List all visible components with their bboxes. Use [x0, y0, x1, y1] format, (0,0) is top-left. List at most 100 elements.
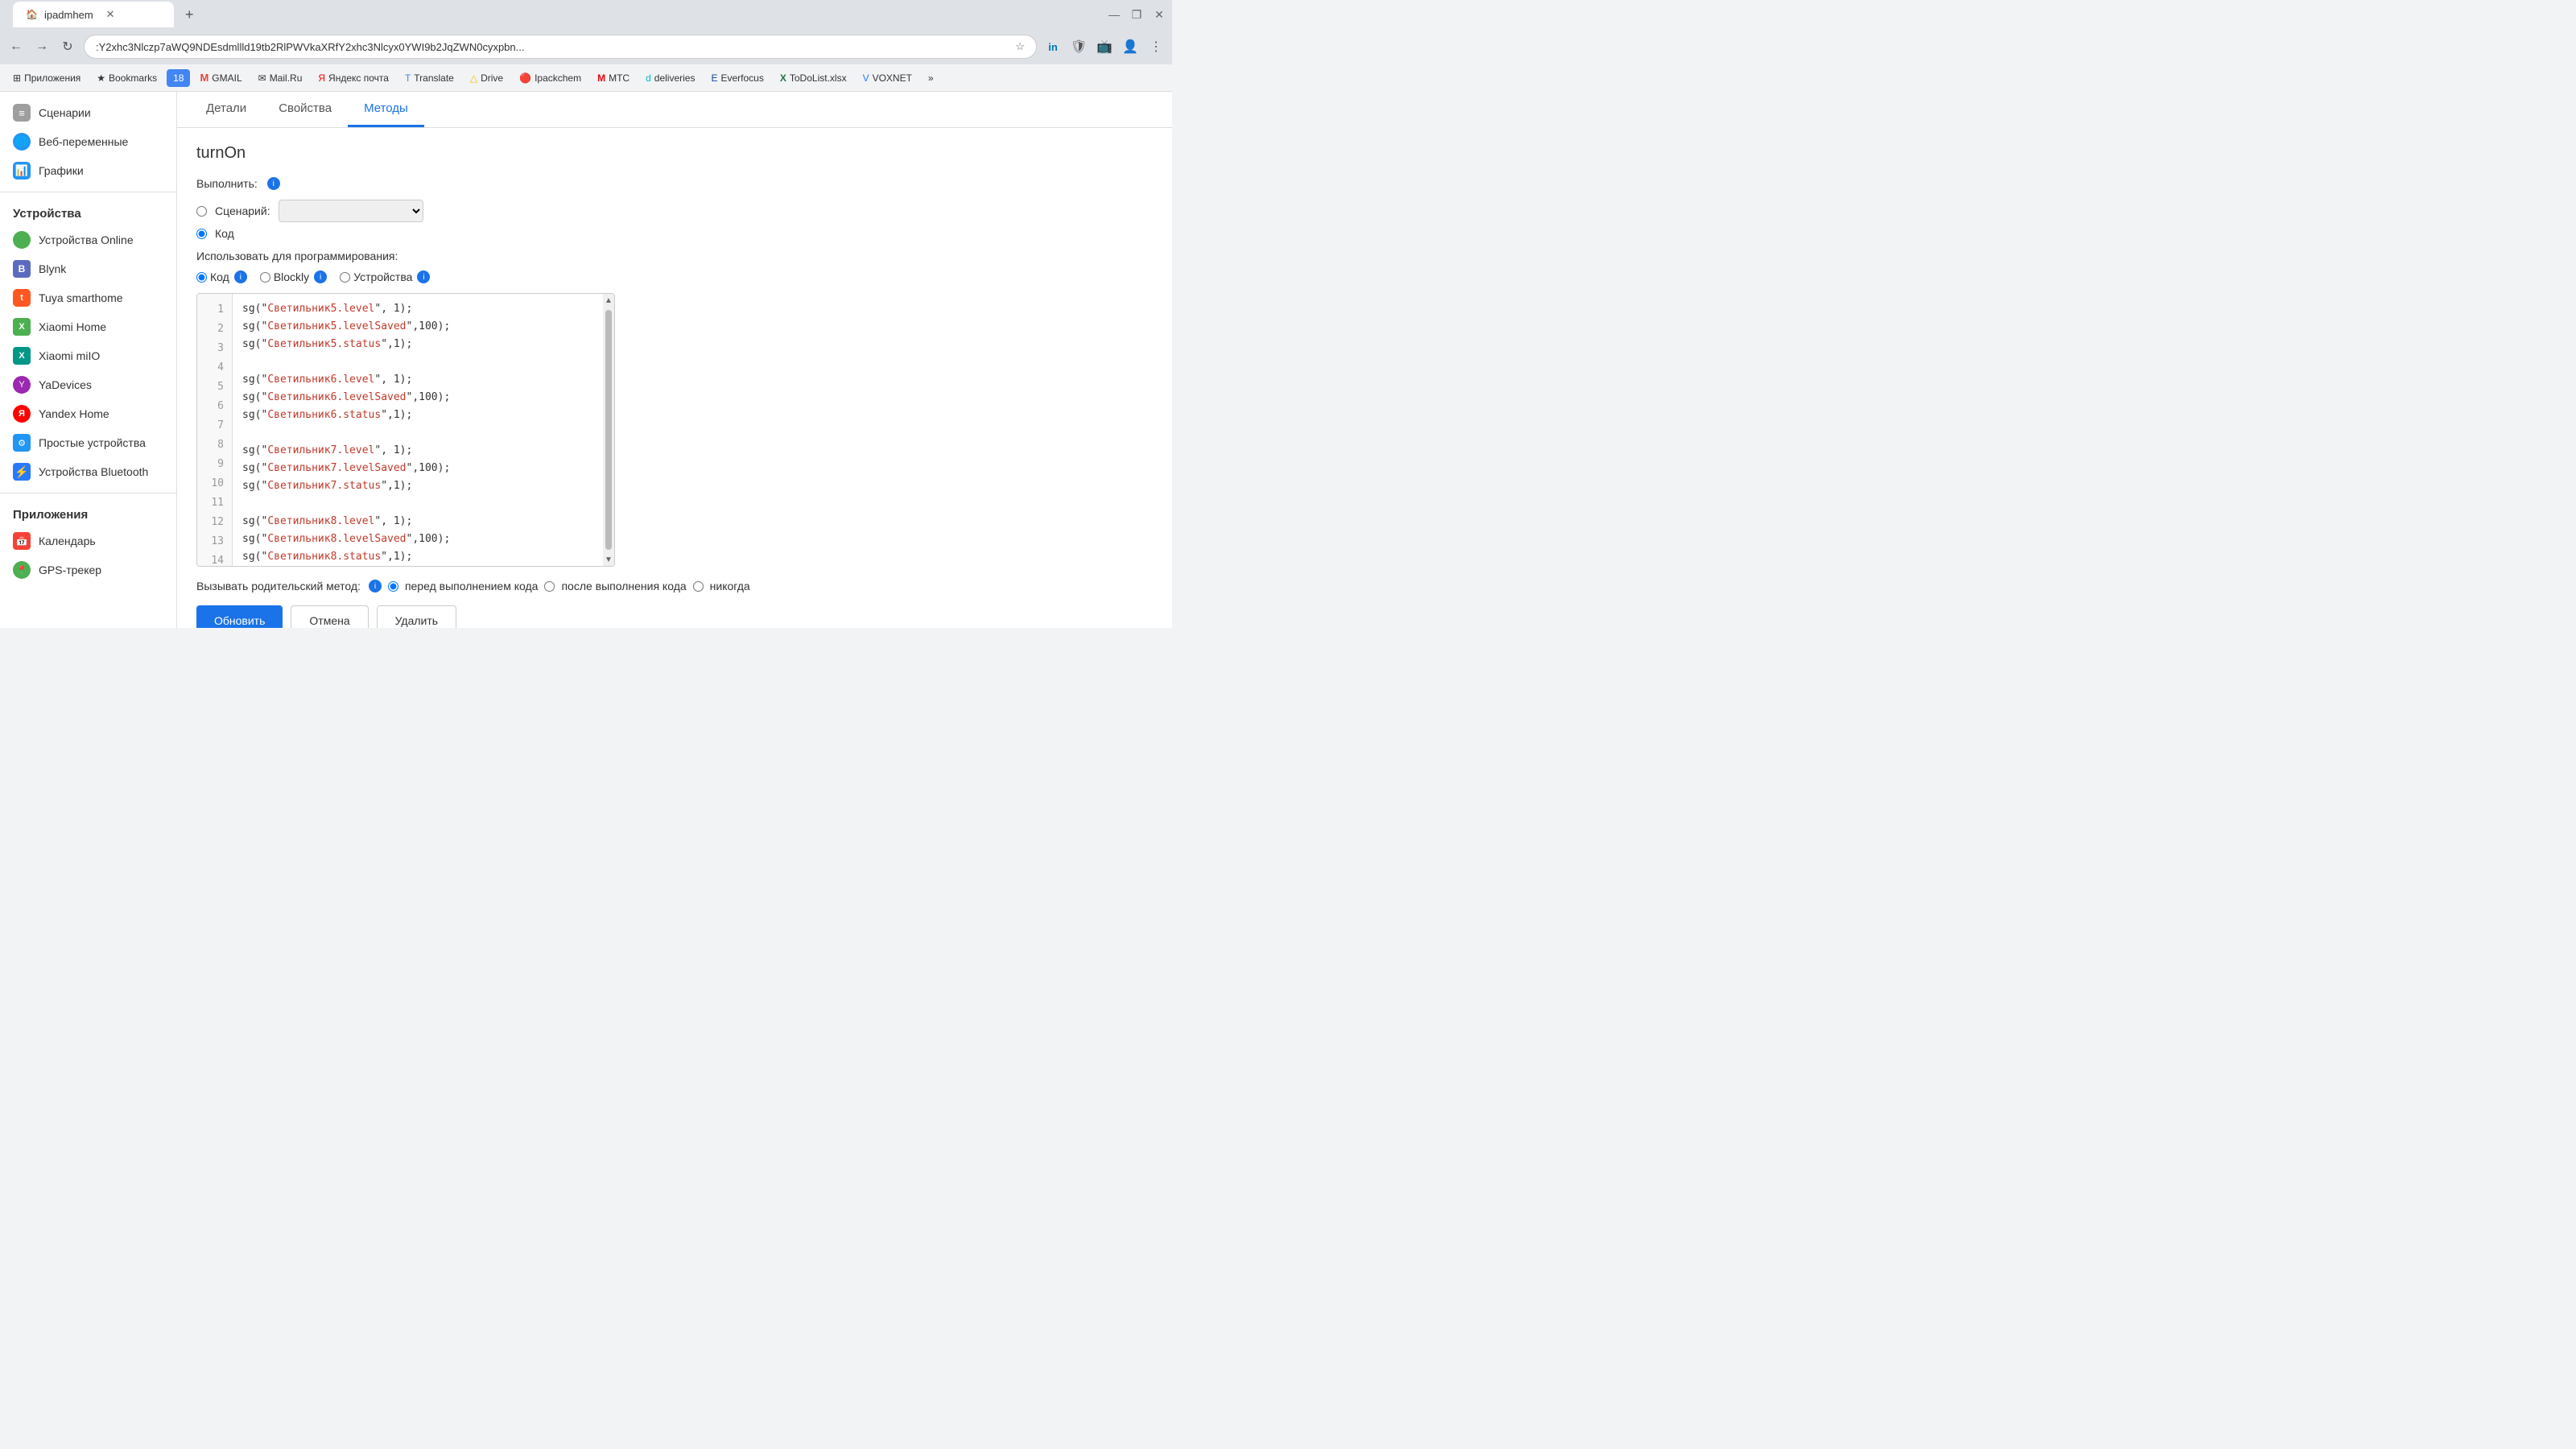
use-code-info-icon[interactable]: i [234, 270, 247, 283]
radio-use-devices[interactable] [340, 272, 350, 283]
delete-button[interactable]: Удалить [377, 605, 456, 628]
shield-icon[interactable]: 🛡 [1069, 37, 1088, 56]
bookmarks-everfocus[interactable]: E Everfocus [704, 69, 770, 87]
radio-never[interactable] [693, 581, 704, 592]
sidebar-label-tuya: Tuya smarthome [39, 291, 123, 304]
sidebar-item-webvars[interactable]: 🌐 Веб-переменные [0, 127, 176, 156]
forward-button[interactable]: → [32, 37, 52, 56]
parent-method-info-icon[interactable]: i [369, 580, 382, 592]
use-blockly-info-icon[interactable]: i [314, 270, 327, 283]
bookmarks-bookmarks[interactable]: ★ Bookmarks [90, 69, 163, 87]
line-number: 1 [197, 300, 232, 320]
cast-icon[interactable]: 📺 [1095, 37, 1114, 56]
bookmarks-todolist[interactable]: X ToDoList.xlsx [774, 69, 853, 87]
tab-title: ipadmhem [44, 9, 93, 21]
code-line: sg("Светильник8.status",1); [233, 548, 614, 566]
sidebar-item-yadevices[interactable]: Y YaDevices [0, 370, 176, 399]
bookmarks-deliveries[interactable]: d deliveries [639, 69, 701, 87]
new-tab-button[interactable]: + [177, 3, 202, 27]
bookmarks-apps[interactable]: ⊞ Приложения [6, 69, 87, 87]
profile-icon[interactable]: 👤 [1121, 37, 1140, 56]
sidebar-item-scenarii[interactable]: ≡ Сценарии [0, 98, 176, 127]
scenario-select[interactable] [279, 200, 423, 222]
sidebar-item-graphs[interactable]: 📊 Графики [0, 156, 176, 185]
sidebar-item-xiaomi-home[interactable]: X Xiaomi Home [0, 312, 176, 341]
sidebar-item-blynk[interactable]: B Blynk [0, 254, 176, 283]
scrollbar-down-button[interactable]: ▼ [603, 553, 614, 566]
use-for-label: Использовать для программирования: [196, 250, 1153, 262]
bookmarks-translate[interactable]: T Translate [398, 69, 460, 87]
bookmarks-mailru[interactable]: ✉ Mail.Ru [252, 69, 309, 87]
browser-tab[interactable]: 🏠 ipadmhem ✕ [13, 2, 174, 27]
bookmarks-gmail[interactable]: M GMAIL [193, 68, 248, 87]
translate-icon: T [405, 72, 411, 84]
minimize-button[interactable]: — [1108, 8, 1121, 21]
sidebar-item-bluetooth[interactable]: ⚡ Устройства Bluetooth [0, 457, 176, 486]
bookmark-star-icon[interactable]: ☆ [1015, 40, 1025, 53]
close-button[interactable]: ✕ [1153, 8, 1166, 21]
bookmarks-more[interactable]: » [922, 69, 940, 87]
code-editor[interactable]: 123456789101112131415 sg("Светильник5.le… [196, 293, 615, 567]
sidebar-item-yandex-home[interactable]: Я Yandex Home [0, 399, 176, 428]
radio-code[interactable] [196, 229, 207, 239]
radio-option-code: Код i [196, 270, 247, 283]
tab-bar: 🏠 ipadmhem ✕ + [6, 0, 1108, 29]
address-bar[interactable]: :Y2xhc3Nlczp7aWQ9NDEsdmllld19tb2RlPWVkaX… [84, 35, 1037, 59]
yadevices-icon: Y [19, 380, 24, 390]
line-number: 2 [197, 320, 232, 339]
menu-icon[interactable]: ⋮ [1146, 37, 1166, 56]
bookmarks-bar: ⊞ Приложения ★ Bookmarks 18 M GMAIL ✉ Ma… [0, 64, 1172, 92]
use-devices-info-icon[interactable]: i [417, 270, 430, 283]
bookmarks-label: Bookmarks [109, 72, 157, 84]
scrollbar-up-button[interactable]: ▲ [603, 294, 614, 307]
line-numbers: 123456789101112131415 [197, 294, 233, 566]
radio-scenario[interactable] [196, 206, 207, 217]
parent-method-row: Вызывать родительский метод: i перед вып… [196, 580, 1153, 592]
sidebar-label-yandex-home: Yandex Home [39, 407, 109, 420]
sidebar-label-scenarii: Сценарии [39, 106, 91, 119]
radio-before[interactable] [388, 581, 398, 592]
radio-use-code[interactable] [196, 272, 207, 283]
title-bar-controls: — ❐ ✕ [1108, 8, 1166, 21]
tab-properties[interactable]: Свойства [262, 92, 348, 127]
tab-methods[interactable]: Методы [348, 92, 424, 127]
gmail-icon: M [200, 72, 208, 84]
back-button[interactable]: ← [6, 37, 26, 56]
cancel-button[interactable]: Отмена [291, 605, 368, 628]
sidebar-item-simple-devices[interactable]: ⚙ Простые устройства [0, 428, 176, 457]
sidebar-item-tuya[interactable]: t Tuya smarthome [0, 283, 176, 312]
scrollbar-thumb[interactable] [605, 310, 612, 550]
deliveries-icon: d [646, 72, 651, 84]
radio-after[interactable] [544, 581, 555, 592]
tab-details[interactable]: Детали [190, 92, 262, 127]
use-for-radio-group: Код i Blockly i Устройства i [196, 270, 1153, 283]
code-line: sg("Светильник5.levelSaved",100); [233, 318, 614, 336]
bookmarks-voxnet[interactable]: V VOXNET [857, 69, 919, 87]
code-content[interactable]: sg("Светильник5.level", 1);sg("Светильни… [233, 294, 614, 566]
page-layout: ≡ Сценарии 🌐 Веб-переменные 📊 Графики Ус… [0, 92, 1172, 628]
reload-button[interactable]: ↻ [58, 37, 77, 56]
excel-icon: X [780, 72, 786, 84]
radio-use-blockly[interactable] [260, 272, 270, 283]
sidebar-item-gps[interactable]: 📍 GPS-трекер [0, 555, 176, 584]
bookmarks-18[interactable]: 18 [167, 69, 190, 87]
bookmarks-drive[interactable]: △ Drive [464, 69, 510, 87]
blynk-icon: B [19, 263, 26, 275]
url-text: :Y2xhc3Nlczp7aWQ9NDEsdmllld19tb2RlPWVkaX… [96, 41, 1009, 53]
maximize-button[interactable]: ❐ [1130, 8, 1143, 21]
bookmarks-ipackchem[interactable]: 🔴 Ipackchem [513, 69, 588, 87]
bookmarks-mts[interactable]: M МТС [591, 69, 636, 87]
bookmarks-yandex-mail[interactable]: Я Яндекс почта [312, 69, 395, 87]
update-button[interactable]: Обновить [196, 605, 283, 628]
code-line: sg("Светильник6.level", 1); [233, 371, 614, 389]
browser-chrome: 🏠 ipadmhem ✕ + — ❐ ✕ ← → ↻ :Y2xhc3Nlczp7… [0, 0, 1172, 92]
main-content: Детали Свойства Методы turnOn Выполнить:… [177, 92, 1172, 628]
code-line: sg("Светильник8.level", 1); [233, 513, 614, 530]
sidebar-item-devices-online[interactable]: Устройства Online [0, 225, 176, 254]
sidebar-item-xiaomi-miio[interactable]: X Xiaomi miIO [0, 341, 176, 370]
sidebar-item-calendar[interactable]: 📅 Календарь [0, 526, 176, 555]
never-label: никогда [710, 580, 750, 592]
linkedin-icon[interactable]: in [1043, 37, 1063, 56]
execute-info-icon[interactable]: i [267, 177, 280, 190]
line-number: 4 [197, 358, 232, 378]
